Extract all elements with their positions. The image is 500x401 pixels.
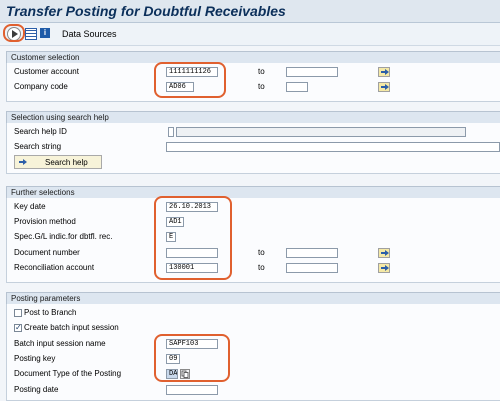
section-header-label: Selection using search help	[11, 113, 109, 122]
to-label: to	[258, 82, 265, 91]
company-code-label: Company code	[14, 82, 68, 91]
annotation-circle	[154, 196, 232, 280]
customer-account-label: Customer account	[14, 67, 79, 76]
to-label: to	[258, 263, 265, 272]
search-help-id-description	[176, 127, 466, 137]
annotation-circle	[3, 24, 25, 42]
document-type-label: Document Type of the Posting	[14, 369, 122, 378]
provision-method-label: Provision method	[14, 217, 76, 226]
customer-account-to-field[interactable]	[286, 67, 338, 77]
company-code-to-field[interactable]	[286, 82, 308, 92]
post-to-branch-checkbox[interactable]	[14, 309, 22, 317]
search-help-button-label: Search help	[45, 158, 88, 167]
create-batch-input-label: Create batch input session	[24, 323, 119, 332]
multiple-selection-button[interactable]	[378, 263, 390, 273]
application-toolbar: i Data Sources	[0, 23, 500, 46]
key-date-label: Key date	[14, 202, 46, 211]
multiple-selection-button[interactable]	[378, 248, 390, 258]
posting-date-field[interactable]	[166, 385, 218, 395]
section-header-label: Posting parameters	[11, 294, 81, 303]
arrow-right-icon	[381, 265, 389, 271]
to-label: to	[258, 67, 265, 76]
search-help-id-label: Search help ID	[14, 127, 67, 136]
arrow-right-icon	[381, 69, 389, 75]
annotation-circle	[154, 334, 230, 382]
post-to-branch-label: Post to Branch	[24, 308, 77, 317]
page-title: Transfer Posting for Doubtful Receivable…	[6, 3, 286, 19]
multiple-selection-button[interactable]	[378, 82, 390, 92]
reconciliation-account-label: Reconciliation account	[14, 263, 95, 272]
multiple-selection-button[interactable]	[378, 67, 390, 77]
section-body-customer	[6, 63, 500, 102]
info-icon[interactable]: i	[40, 28, 50, 38]
to-label: to	[258, 248, 265, 257]
reconciliation-account-to-field[interactable]	[286, 263, 338, 273]
batch-session-name-label: Batch input session name	[14, 339, 106, 348]
section-body-posting	[6, 304, 500, 401]
annotation-circle	[154, 62, 226, 98]
data-sources-button[interactable]: Data Sources	[62, 29, 117, 39]
title-bar: Transfer Posting for Doubtful Receivable…	[0, 0, 500, 23]
arrow-right-icon	[19, 159, 27, 165]
document-number-label: Document number	[14, 248, 80, 257]
section-header-label: Customer selection	[11, 53, 80, 62]
search-string-field[interactable]	[166, 142, 500, 152]
search-string-label: Search string	[14, 142, 62, 151]
arrow-right-icon	[381, 84, 389, 90]
posting-key-label: Posting key	[14, 354, 56, 363]
special-gl-label: Spec.G/L indic.for dbtfl. rec.	[14, 232, 113, 241]
search-help-id-field[interactable]	[168, 127, 174, 137]
get-variant-icon[interactable]	[25, 28, 37, 40]
section-header-label: Further selections	[11, 188, 75, 197]
create-batch-input-checkbox[interactable]	[14, 323, 22, 332]
posting-date-label: Posting date	[14, 385, 59, 394]
document-number-to-field[interactable]	[286, 248, 338, 258]
arrow-right-icon	[381, 250, 389, 256]
search-help-button[interactable]: Search help	[14, 155, 102, 169]
